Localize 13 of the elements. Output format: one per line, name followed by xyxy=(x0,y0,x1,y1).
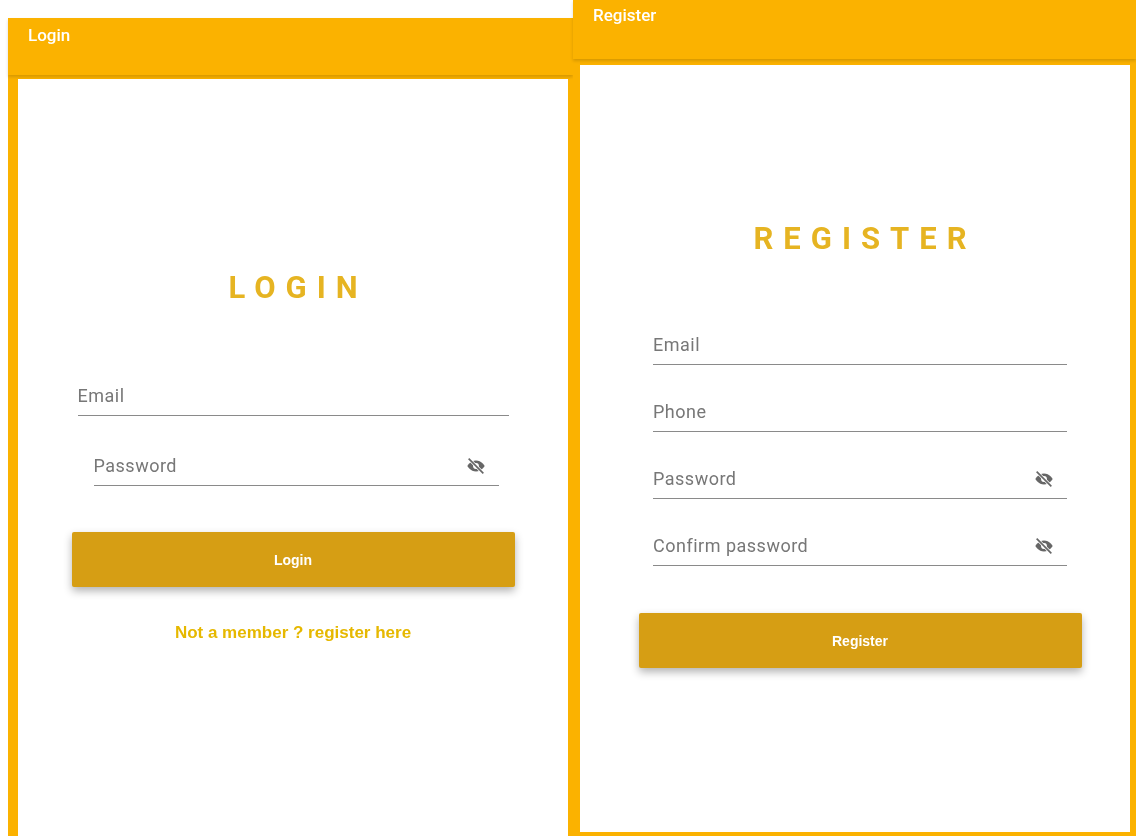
input-field[interactable]: Password xyxy=(93,446,499,486)
submit-button[interactable]: Login xyxy=(71,532,515,587)
input-field[interactable]: Confirm password xyxy=(653,526,1067,566)
screen-title: Register xyxy=(593,4,657,26)
submit-button[interactable]: Register xyxy=(638,613,1082,668)
form-heading: LOGIN xyxy=(228,269,368,306)
input-field[interactable]: Phone xyxy=(653,392,1067,432)
form-heading: REGISTER xyxy=(753,220,977,257)
register-link[interactable]: Not a member ? register here xyxy=(174,623,412,643)
screen-title: Login xyxy=(28,24,71,46)
input-field[interactable]: Email xyxy=(77,376,509,416)
input-field[interactable]: Password xyxy=(653,459,1067,499)
input-field[interactable]: Email xyxy=(653,325,1067,365)
